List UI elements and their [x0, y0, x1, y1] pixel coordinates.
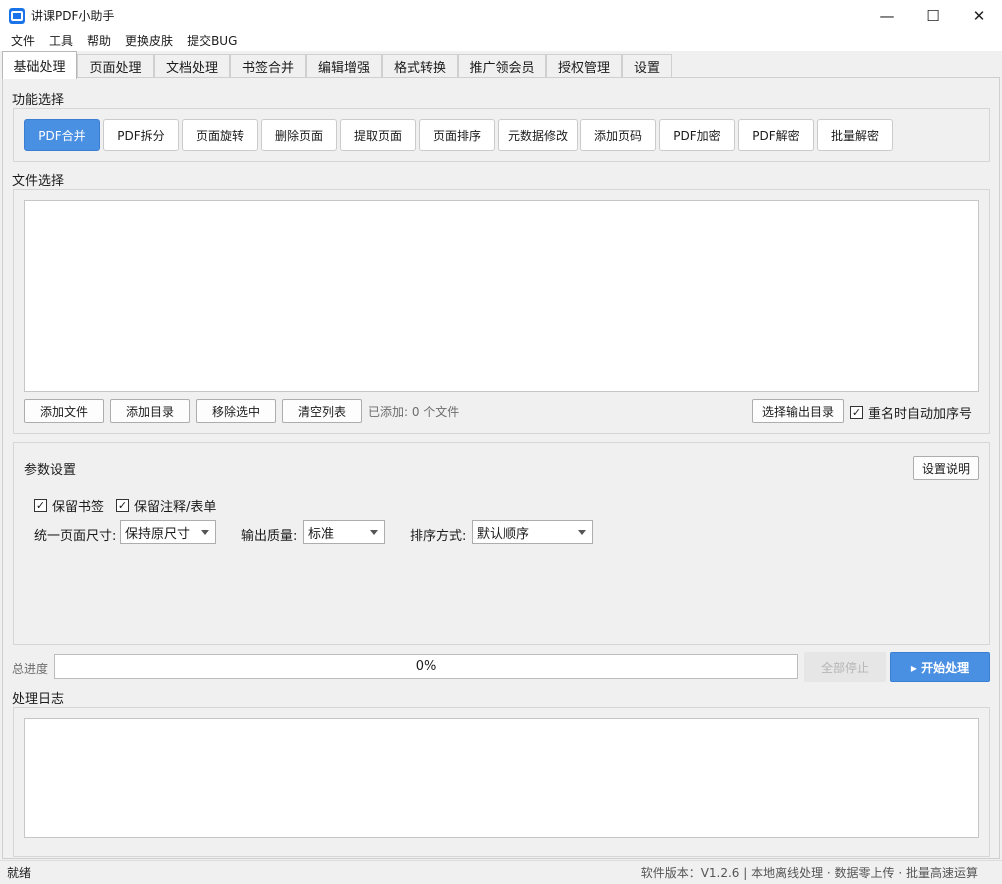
keep-annotations-label: 保留注释/表单: [134, 500, 217, 515]
tab-license[interactable]: 授权管理: [546, 54, 622, 78]
menu-skin[interactable]: 更换皮肤: [118, 31, 180, 51]
quality-select[interactable]: 标准: [303, 520, 385, 544]
auto-number-label: 重名时自动加序号: [868, 407, 973, 422]
progress-bar: 0%: [54, 654, 798, 679]
sort-select[interactable]: 默认顺序: [472, 520, 593, 544]
checkbox-check-icon: ✓: [850, 406, 863, 419]
page-size-value: 保持原尺寸: [125, 526, 191, 542]
extract-pages-button[interactable]: 提取页面: [340, 119, 416, 151]
page-size-label: 统一页面尺寸:: [34, 529, 117, 544]
chevron-down-icon: [370, 530, 378, 535]
tab-content-basic: 功能选择 PDF合并 PDF拆分 页面旋转 删除页面 提取页面 页面排序 元数据…: [2, 77, 1000, 859]
keep-annotations-checkbox[interactable]: ✓ 保留注释/表单: [116, 496, 216, 515]
checkbox-check-icon: ✓: [116, 499, 129, 512]
choose-output-dir-button[interactable]: 选择输出目录: [752, 399, 844, 423]
minimize-icon[interactable]: —: [864, 0, 910, 31]
log-section-label: 处理日志: [12, 692, 65, 707]
sort-label: 排序方式:: [410, 529, 467, 544]
params-section-label: 参数设置: [24, 463, 77, 478]
sort-value: 默认顺序: [477, 526, 530, 542]
chevron-down-icon: [201, 530, 209, 535]
settings-help-button[interactable]: 设置说明: [913, 456, 979, 480]
menu-file[interactable]: 文件: [4, 31, 42, 51]
page-rotate-button[interactable]: 页面旋转: [182, 119, 258, 151]
clear-list-button[interactable]: 清空列表: [282, 399, 362, 423]
start-process-button[interactable]: ▸ 开始处理: [890, 652, 990, 682]
file-section-label: 文件选择: [12, 174, 65, 189]
delete-pages-button[interactable]: 删除页面: [261, 119, 337, 151]
tab-edit[interactable]: 编辑增强: [306, 54, 382, 78]
window-title: 讲课PDF小助手: [31, 9, 115, 23]
tab-document[interactable]: 文档处理: [154, 54, 230, 78]
function-section-label: 功能选择: [12, 93, 65, 108]
progress-label: 总进度: [12, 662, 49, 676]
chevron-down-icon: [578, 530, 586, 535]
tab-convert[interactable]: 格式转换: [382, 54, 458, 78]
pdf-encrypt-button[interactable]: PDF加密: [659, 119, 735, 151]
tab-strip: 基础处理 页面处理 文档处理 书签合并 编辑增强 格式转换 推广领会员 授权管理…: [0, 51, 1002, 79]
maximize-icon[interactable]: ☐: [910, 0, 956, 31]
pdf-merge-button[interactable]: PDF合并: [24, 119, 100, 151]
pdf-decrypt-button[interactable]: PDF解密: [738, 119, 814, 151]
menu-tools[interactable]: 工具: [42, 31, 80, 51]
close-icon[interactable]: ✕: [956, 0, 1002, 31]
pdf-split-button[interactable]: PDF拆分: [103, 119, 179, 151]
tab-settings[interactable]: 设置: [622, 54, 672, 78]
tab-page[interactable]: 页面处理: [77, 54, 154, 78]
quality-value: 标准: [308, 526, 335, 542]
app-icon: [9, 7, 25, 24]
add-directory-button[interactable]: 添加目录: [110, 399, 190, 423]
keep-bookmarks-checkbox[interactable]: ✓ 保留书签: [34, 496, 104, 515]
tab-basic[interactable]: 基础处理: [2, 51, 77, 79]
menu-bar: 文件 工具 帮助 更换皮肤 提交BUG: [0, 31, 1002, 51]
remove-selected-button[interactable]: 移除选中: [196, 399, 276, 423]
batch-decrypt-button[interactable]: 批量解密: [817, 119, 893, 151]
status-bar: 就绪 软件版本：V1.2.6 | 本地离线处理 · 数据零上传 · 批量高速运算: [0, 860, 1002, 884]
add-page-number-button[interactable]: 添加页码: [580, 119, 656, 151]
added-file-count: 已添加: 0 个文件: [368, 405, 460, 419]
version-info: 软件版本：V1.2.6 | 本地离线处理 · 数据零上传 · 批量高速运算: [640, 866, 978, 880]
checkbox-check-icon: ✓: [34, 499, 47, 512]
page-sort-button[interactable]: 页面排序: [419, 119, 495, 151]
title-bar: 讲课PDF小助手 — ☐ ✕: [0, 0, 1002, 31]
quality-label: 输出质量:: [241, 529, 298, 544]
status-text: 就绪: [7, 866, 32, 880]
metadata-edit-button[interactable]: 元数据修改: [498, 119, 578, 151]
keep-bookmarks-label: 保留书签: [52, 500, 105, 515]
auto-number-checkbox[interactable]: ✓ 重名时自动加序号: [850, 403, 972, 422]
add-file-button[interactable]: 添加文件: [24, 399, 104, 423]
tab-bookmark[interactable]: 书签合并: [230, 54, 306, 78]
log-textarea[interactable]: [24, 718, 979, 838]
menu-submit-bug[interactable]: 提交BUG: [180, 31, 244, 51]
file-list[interactable]: [24, 200, 979, 392]
tab-promo[interactable]: 推广领会员: [458, 54, 546, 78]
stop-all-button[interactable]: 全部停止: [804, 652, 886, 682]
window-controls: — ☐ ✕: [864, 0, 1002, 31]
progress-value: 0%: [415, 659, 437, 674]
page-size-select[interactable]: 保持原尺寸: [120, 520, 216, 544]
menu-help[interactable]: 帮助: [80, 31, 118, 51]
